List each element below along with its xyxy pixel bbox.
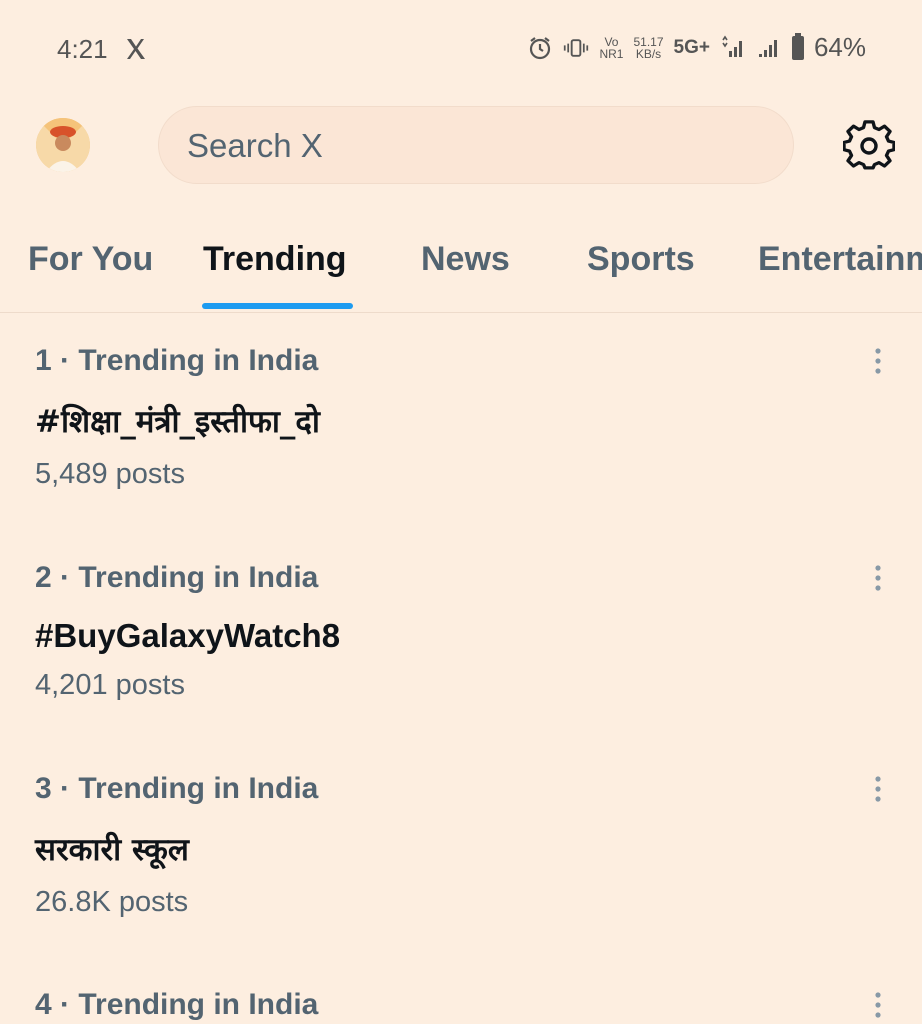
battery-percent: 64%	[813, 32, 866, 62]
more-options-icon[interactable]	[866, 346, 890, 376]
more-options-icon[interactable]	[866, 563, 890, 593]
trend-name: #शिक्षा_मंत्री_इस्तीफा_दो	[35, 404, 320, 440]
more-options-icon[interactable]	[866, 774, 890, 804]
trend-post-count: 26.8K posts	[35, 886, 189, 918]
avatar[interactable]	[36, 118, 90, 172]
explore-header	[0, 100, 922, 195]
trend-meta: 2 · Trending in India	[35, 561, 319, 594]
active-tab-indicator	[202, 303, 353, 309]
vibrate-icon	[564, 38, 589, 57]
trend-meta: 4 · Trending in India	[35, 988, 319, 1021]
more-options-icon[interactable]	[866, 990, 890, 1020]
trend-post-count: 5,489 posts	[35, 458, 185, 490]
network-type: 5G+	[673, 36, 710, 58]
trend-item[interactable]: 4 · Trending in India	[0, 988, 922, 1024]
tab-trending[interactable]: Trending	[203, 240, 347, 312]
status-time: 4:21	[57, 34, 108, 64]
tab-news[interactable]: News	[421, 240, 510, 312]
trend-item[interactable]: 2 · Trending in India #BuyGalaxyWatch8 4…	[0, 561, 922, 731]
gear-icon[interactable]	[843, 120, 895, 172]
trend-name: सरकारी स्कूल	[35, 832, 189, 868]
trend-meta: 3 · Trending in India	[35, 772, 319, 805]
alarm-icon	[530, 36, 551, 59]
vonr-indicator: Vo NR1	[599, 34, 624, 61]
trend-item[interactable]: 1 · Trending in India #शिक्षा_मंत्री_इस्…	[0, 344, 922, 514]
network-speed: 51.17 KB/s	[633, 34, 664, 61]
signal-icon-1	[722, 35, 742, 57]
trend-item[interactable]: 3 · Trending in India सरकारी स्कूल 26.8K…	[0, 772, 922, 942]
search-bar[interactable]	[158, 106, 794, 185]
tab-entertainment[interactable]: Entertainment	[758, 240, 922, 312]
signal-icon-2	[758, 39, 777, 57]
tab-sports[interactable]: Sports	[587, 240, 695, 312]
trend-name: #BuyGalaxyWatch8	[35, 617, 341, 654]
battery-icon	[791, 32, 804, 60]
status-icons: Vo NR1 51.17 KB/s 5G+ 64%	[527, 32, 866, 63]
status-bar: 4:21 Vo NR1 51.17 KB/s 5G+ 64%	[0, 0, 922, 100]
explore-tabs: For You Trending News Sports Entertainme…	[0, 232, 922, 313]
x-logo-icon	[127, 39, 145, 59]
trend-meta: 1 · Trending in India	[35, 344, 319, 377]
trend-post-count: 4,201 posts	[35, 669, 185, 701]
tab-for-you[interactable]: For You	[28, 240, 153, 312]
search-input[interactable]	[185, 107, 749, 185]
